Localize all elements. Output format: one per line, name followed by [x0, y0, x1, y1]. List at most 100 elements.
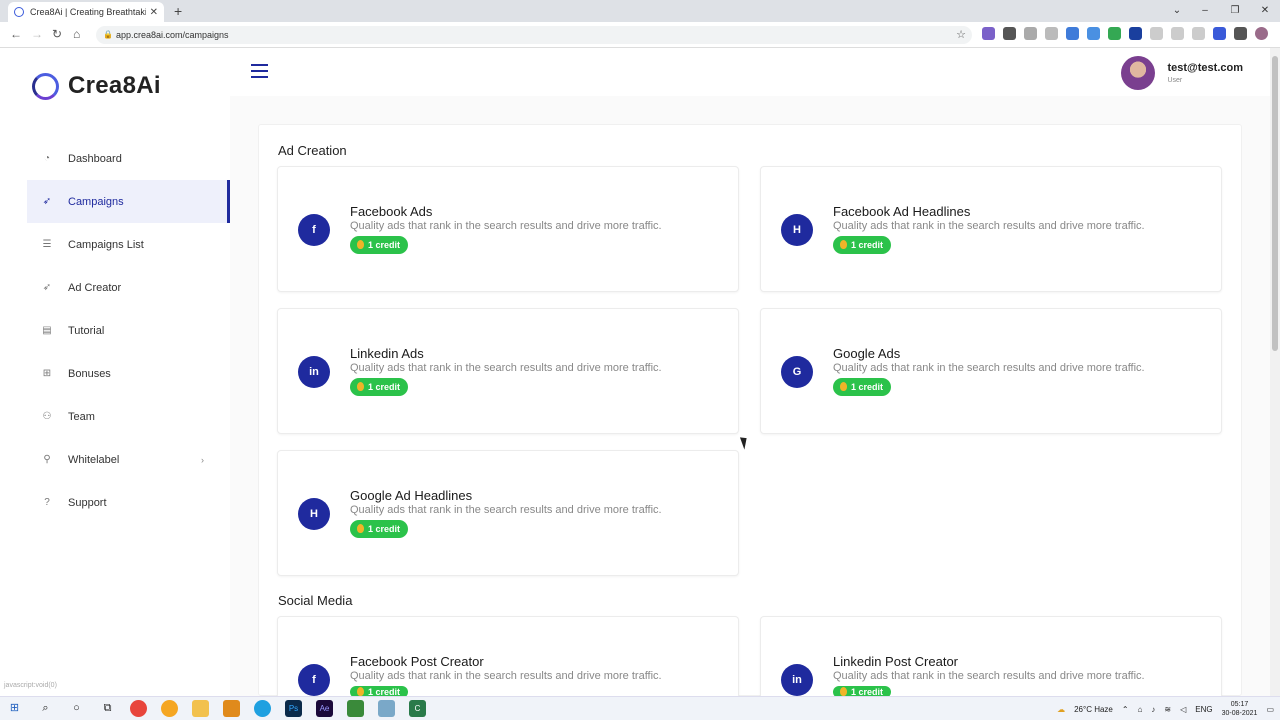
sidebar-item-label: Whitelabel: [68, 453, 120, 466]
url-field[interactable]: 🔒 app.crea8ai.com/campaigns ☆: [96, 26, 972, 44]
coin-icon: [840, 240, 847, 249]
tab-close-icon[interactable]: ✕: [150, 7, 158, 18]
profile-avatar-icon[interactable]: [1255, 27, 1268, 40]
clock[interactable]: 05:17 30-08-2021: [1222, 700, 1258, 718]
home-icon[interactable]: ⌂: [73, 27, 80, 41]
campaign-card-google-ads[interactable]: G Google Ads Quality ads that rank in th…: [760, 308, 1222, 434]
sidebar-item-campaigns-list[interactable]: ☰ Campaigns List: [27, 223, 230, 266]
list-icon: ☰: [42, 238, 52, 250]
campaign-card-facebook-ads[interactable]: f Facebook Ads Quality ads that rank in …: [277, 166, 739, 292]
hamburger-menu-icon[interactable]: [251, 64, 268, 82]
sidebar-item-dashboard[interactable]: ◔ Dashboard: [27, 137, 230, 180]
sidebar-item-label: Ad Creator: [68, 281, 122, 294]
main-area: test@test.com User Ad Creation f Faceboo…: [230, 48, 1270, 698]
team-icon: ⚇: [42, 410, 52, 422]
sidebar-item-label: Dashboard: [68, 152, 122, 165]
restore-button[interactable]: ❐: [1220, 0, 1250, 22]
sidebar-item-label: Campaigns List: [68, 238, 144, 251]
sidebar-item-bonuses[interactable]: ⊞ Bonuses: [27, 352, 230, 395]
extension-icon[interactable]: [1192, 27, 1205, 40]
microphone-icon[interactable]: ♪: [1151, 705, 1155, 714]
weather-icon: ☁: [1057, 704, 1066, 714]
forward-icon[interactable]: →: [31, 27, 43, 41]
campaign-card-google-ad-headlines[interactable]: H Google Ad Headlines Quality ads that r…: [277, 450, 739, 576]
sidebar-item-team[interactable]: ⚇ Team: [27, 395, 230, 438]
extension-icon[interactable]: [982, 27, 995, 40]
minimize-button[interactable]: –: [1190, 0, 1220, 22]
close-window-button[interactable]: ✕: [1250, 0, 1280, 22]
notifications-icon[interactable]: ▭: [1266, 705, 1274, 714]
logo-icon: [32, 72, 59, 100]
top-header: test@test.com User: [230, 48, 1270, 96]
clock-time: 05:17: [1230, 701, 1249, 708]
tab-title: Crea8Ai | Creating Breathtaking Ad: [30, 7, 146, 17]
scrollbar-thumb[interactable]: [1272, 56, 1278, 351]
coin-icon: [357, 524, 364, 533]
campaign-card-facebook-ad-headlines[interactable]: H Facebook Ad Headlines Quality ads that…: [760, 166, 1222, 292]
extension-icon[interactable]: [1150, 27, 1163, 40]
extension-icon[interactable]: [1024, 27, 1037, 40]
card-description: Quality ads that rank in the search resu…: [350, 220, 662, 232]
campaign-card-linkedin-ads[interactable]: in Linkedin Ads Quality ads that rank in…: [277, 308, 739, 434]
sidebar-item-ad-creator[interactable]: ➶ Ad Creator: [27, 266, 230, 309]
file-explorer-icon[interactable]: [192, 700, 209, 717]
browser-tab[interactable]: Crea8Ai | Creating Breathtaking Ad ✕: [8, 2, 164, 22]
volume-icon[interactable]: ◁: [1180, 705, 1186, 714]
sidebar-item-whitelabel[interactable]: ⚲ Whitelabel ›: [27, 438, 230, 481]
extension-icon[interactable]: [1171, 27, 1184, 40]
back-icon[interactable]: ←: [10, 27, 22, 41]
sidebar-item-tutorial[interactable]: ▤ Tutorial: [27, 309, 230, 352]
tab-search-icon[interactable]: ⌄: [1164, 0, 1190, 22]
user-menu[interactable]: test@test.com User: [1121, 56, 1243, 90]
card-title: Google Ads: [833, 346, 901, 361]
weather-text[interactable]: 26°C Haze: [1074, 705, 1113, 714]
campaign-card-facebook-post-creator[interactable]: f Facebook Post Creator Quality ads that…: [277, 616, 739, 698]
network-icon[interactable]: ⌂: [1138, 705, 1143, 714]
app-icon[interactable]: [378, 700, 395, 717]
card-description: Quality ads that rank in the search resu…: [833, 220, 1145, 232]
app-icon[interactable]: [347, 700, 364, 717]
card-title: Facebook Post Creator: [350, 654, 484, 669]
task-view-icon[interactable]: ⧉: [99, 700, 116, 717]
coin-icon: [840, 382, 847, 391]
reload-icon[interactable]: ↻: [52, 27, 62, 41]
rocket-icon: ➶: [42, 281, 52, 293]
app-icon[interactable]: C: [409, 700, 426, 717]
extension-icon[interactable]: [1108, 27, 1121, 40]
wifi-icon[interactable]: ≋: [1164, 705, 1171, 714]
windows-start-icon[interactable]: ⊞: [6, 700, 23, 717]
window-controls: ⌄ – ❐ ✕: [1164, 0, 1280, 22]
facebook-icon: f: [298, 664, 330, 696]
bookmark-star-icon[interactable]: ☆: [956, 26, 966, 44]
linkedin-icon: in: [298, 356, 330, 388]
language-indicator[interactable]: ENG: [1195, 705, 1212, 714]
menu-dots-icon[interactable]: ⋮: [1276, 27, 1280, 40]
extension-icon[interactable]: [1129, 27, 1142, 40]
search-icon[interactable]: ⌕: [37, 700, 54, 717]
extension-icon[interactable]: [1213, 27, 1226, 40]
page-scrollbar[interactable]: [1270, 48, 1280, 696]
cortana-icon[interactable]: ○: [68, 700, 85, 717]
extension-icon[interactable]: [1045, 27, 1058, 40]
app-icon[interactable]: [161, 700, 178, 717]
new-tab-button[interactable]: +: [174, 3, 182, 19]
after-effects-icon[interactable]: Ae: [316, 700, 333, 717]
extension-icon[interactable]: [1066, 27, 1079, 40]
extension-icon[interactable]: [1087, 27, 1100, 40]
sidebar-item-campaigns[interactable]: ➶ Campaigns: [27, 180, 230, 223]
photoshop-icon[interactable]: Ps: [285, 700, 302, 717]
dashboard-icon: ◔: [43, 152, 51, 164]
chrome-icon[interactable]: [130, 700, 147, 717]
app-icon[interactable]: [254, 700, 271, 717]
facebook-icon: f: [298, 214, 330, 246]
url-text: app.crea8ai.com/campaigns: [116, 30, 229, 40]
app-icon[interactable]: [223, 700, 240, 717]
credit-badge: 1 credit: [833, 236, 892, 254]
sidebar-item-label: Tutorial: [68, 324, 105, 337]
puzzle-icon[interactable]: [1234, 27, 1247, 40]
campaign-card-linkedin-post-creator[interactable]: in Linkedin Post Creator Quality ads tha…: [760, 616, 1222, 698]
chevron-up-icon[interactable]: ⌃: [1122, 705, 1129, 714]
extension-icon[interactable]: [1003, 27, 1016, 40]
sidebar-item-support[interactable]: ? Support: [27, 481, 230, 524]
logo[interactable]: Crea8Ai: [32, 72, 161, 100]
